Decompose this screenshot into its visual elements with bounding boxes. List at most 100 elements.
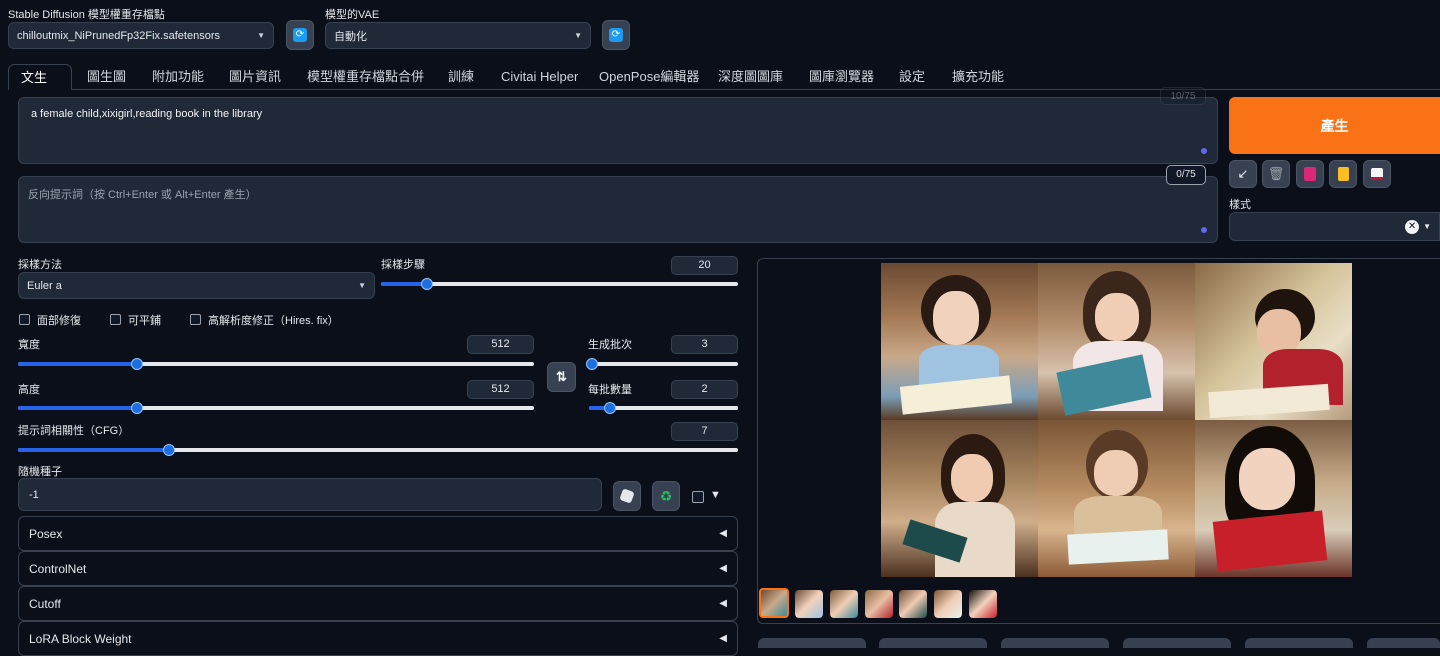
accordion-controlnet[interactable]: ControlNet ◀ <box>18 551 738 586</box>
tab-civitai-helper[interactable]: Civitai Helper <box>501 64 578 90</box>
accordion-posex[interactable]: Posex ◀ <box>18 516 738 551</box>
tiling-checkbox[interactable] <box>110 314 121 325</box>
vae-refresh-button[interactable]: ⟳ <box>602 20 630 50</box>
batch-count-input[interactable]: 3 <box>671 335 738 354</box>
height-label: 高度 <box>18 384 40 396</box>
prompt-token-counter: 10/75 <box>1160 87 1206 105</box>
vae-select-value: 自動化 <box>334 30 367 43</box>
clear-prompt-button[interactable]: 🗑 <box>1262 160 1290 188</box>
batch-size-label: 每批數量 <box>588 384 632 396</box>
tab-png-info[interactable]: 圖片資訊 <box>229 64 281 90</box>
tab-txt2img[interactable]: 文生圖 <box>8 64 72 111</box>
slider-thumb[interactable] <box>586 358 598 370</box>
output-image <box>1038 263 1195 420</box>
negative-prompt-placeholder: 反向提示詞（按 Ctrl+Enter 或 Alt+Enter 產生） <box>28 189 257 201</box>
zip-button[interactable] <box>1001 638 1109 648</box>
steps-slider[interactable] <box>381 278 738 290</box>
read-params-button[interactable]: ↙ <box>1229 160 1257 188</box>
prompt-textarea[interactable]: a female child,xixigirl,reading book in … <box>18 97 1218 164</box>
restore-faces-label: 面部修復 <box>37 315 81 327</box>
gallery-thumbnail[interactable] <box>899 590 927 618</box>
hires-fix-checkbox[interactable] <box>190 314 201 325</box>
negative-token-counter: 0/75 <box>1166 165 1206 185</box>
dice-icon <box>619 488 635 504</box>
tab-depth-library[interactable]: 深度圖圖庫 <box>718 64 783 90</box>
tiling-label: 可平鋪 <box>128 315 161 327</box>
sampler-label: 採樣方法 <box>18 259 62 271</box>
style-label: 樣式 <box>1229 199 1251 211</box>
chevron-down-icon: ▼ <box>1423 222 1431 231</box>
batch-size-slider[interactable] <box>589 402 738 414</box>
save-style-button[interactable] <box>1363 160 1391 188</box>
model-refresh-button[interactable]: ⟳ <box>286 20 314 50</box>
generate-button[interactable]: 產生 <box>1229 97 1440 154</box>
apply-style-button[interactable] <box>1329 160 1357 188</box>
open-folder-button[interactable] <box>758 638 866 648</box>
recycle-icon: ♻ <box>659 487 673 504</box>
steps-label: 採樣步驟 <box>381 259 425 271</box>
batch-count-slider[interactable] <box>586 358 738 370</box>
height-input[interactable]: 512 <box>467 380 534 399</box>
style-select[interactable]: ✕ ▼ <box>1229 212 1440 241</box>
height-slider[interactable] <box>18 402 534 414</box>
clipboard-icon <box>1337 167 1349 181</box>
send-to-img2img-button[interactable] <box>1123 638 1231 648</box>
accordion-title: ControlNet <box>29 561 87 576</box>
restore-faces-checkbox[interactable] <box>19 314 30 325</box>
random-seed-button[interactable] <box>613 481 641 511</box>
output-image-grid[interactable] <box>881 263 1352 577</box>
chevron-down-icon: ▼ <box>257 31 265 40</box>
slider-thumb[interactable] <box>131 402 143 414</box>
slider-thumb[interactable] <box>163 444 175 456</box>
gallery-thumbnail[interactable] <box>830 590 858 618</box>
accordion-lora-block-weight[interactable]: LoRA Block Weight ◀ <box>18 621 738 656</box>
accordion-title: Posex <box>29 526 63 541</box>
tab-extras[interactable]: 附加功能 <box>152 64 204 90</box>
batch-count-label: 生成批次 <box>588 339 632 351</box>
accordion-cutoff[interactable]: Cutoff ◀ <box>18 586 738 621</box>
tab-divider <box>72 89 1440 90</box>
send-to-inpaint-button[interactable] <box>1245 638 1353 648</box>
batch-size-input[interactable]: 2 <box>671 380 738 399</box>
tab-image-browser[interactable]: 圖庫瀏覽器 <box>809 64 874 90</box>
swap-dimensions-button[interactable]: ⇅ <box>547 362 576 392</box>
vae-select[interactable]: 自動化 ▼ <box>325 22 591 49</box>
slider-thumb[interactable] <box>604 402 616 414</box>
extra-seed-checkbox[interactable] <box>692 491 704 503</box>
slider-fill <box>18 448 169 452</box>
tab-img2img[interactable]: 圖生圖 <box>87 64 126 90</box>
save-button[interactable] <box>879 638 987 648</box>
close-icon[interactable]: ✕ <box>1405 219 1420 234</box>
gallery-thumbnail[interactable] <box>795 590 823 618</box>
seed-input[interactable]: -1 <box>18 478 602 511</box>
gallery-thumbnail[interactable] <box>759 588 789 618</box>
width-input[interactable]: 512 <box>467 335 534 354</box>
output-image <box>1195 263 1352 420</box>
cfg-input[interactable]: 7 <box>671 422 738 441</box>
gallery-thumbnail[interactable] <box>934 590 962 618</box>
negative-prompt-textarea[interactable]: 反向提示詞（按 Ctrl+Enter 或 Alt+Enter 產生） <box>18 176 1218 243</box>
extra-networks-button[interactable] <box>1296 160 1324 188</box>
gallery-thumbnail[interactable] <box>865 590 893 618</box>
slider-thumb[interactable] <box>131 358 143 370</box>
tab-openpose-editor[interactable]: OpenPose編輯器 <box>599 64 699 90</box>
tab-train[interactable]: 訓練 <box>448 64 474 90</box>
tab-settings[interactable]: 設定 <box>899 64 925 90</box>
output-image <box>1038 420 1195 577</box>
cfg-slider[interactable] <box>18 444 738 456</box>
width-label: 寬度 <box>18 339 40 351</box>
tab-extensions[interactable]: 擴充功能 <box>952 64 1004 90</box>
gallery-thumbnail[interactable] <box>969 590 997 618</box>
steps-input[interactable]: 20 <box>671 256 738 275</box>
tab-checkpoint-merger[interactable]: 模型權重存檔點合併 <box>307 64 424 90</box>
model-select[interactable]: chilloutmix_NiPrunedFp32Fix.safetensors … <box>8 22 274 49</box>
slider-thumb[interactable] <box>421 278 433 290</box>
send-to-extras-button[interactable] <box>1367 638 1440 648</box>
reuse-seed-button[interactable]: ♻ <box>652 481 680 511</box>
refresh-icon: ⟳ <box>293 28 307 42</box>
refresh-icon: ⟳ <box>609 28 623 42</box>
sampler-select[interactable]: Euler a ▼ <box>18 272 375 299</box>
extra-options-toggle[interactable]: ▼ <box>710 489 721 501</box>
prompt-text: a female child,xixigirl,reading book in … <box>31 108 263 120</box>
width-slider[interactable] <box>18 358 534 370</box>
